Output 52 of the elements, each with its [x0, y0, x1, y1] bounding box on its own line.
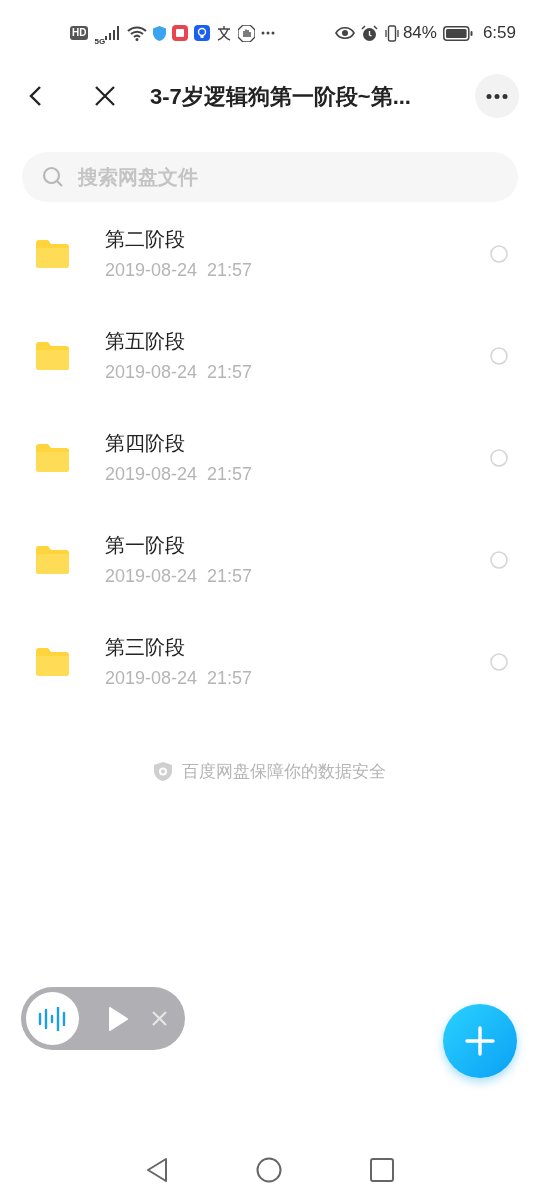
- folder-name[interactable]: 第三阶段: [105, 634, 253, 660]
- selection-checkbox[interactable]: [490, 245, 508, 263]
- modified-date: 2019-08-24 21:57: [105, 259, 253, 282]
- folder-name[interactable]: 第五阶段: [105, 328, 253, 354]
- more-icon: [486, 93, 508, 99]
- more-notifications-icon: [261, 31, 276, 35]
- modified-date: 2019-08-24 21:57: [105, 667, 253, 690]
- translate-icon: [216, 25, 233, 41]
- folder-icon: [36, 342, 69, 370]
- modified-date: 2019-08-24 21:57: [105, 463, 253, 486]
- back-nav-icon[interactable]: [146, 1157, 168, 1183]
- selection-checkbox[interactable]: [490, 653, 508, 671]
- plus-icon: [465, 1026, 495, 1056]
- selection-checkbox[interactable]: [490, 551, 508, 569]
- eye-icon: [334, 27, 355, 39]
- modified-date: 2019-08-24 21:57: [105, 361, 253, 384]
- bulb-icon: [194, 25, 211, 41]
- back-icon: [28, 85, 42, 107]
- battery-icon: [442, 25, 473, 41]
- hd-indicator: HD: [70, 26, 89, 40]
- folder-title: 3-7岁逻辑狗第一阶段~第...: [150, 82, 411, 111]
- modified-date: 2019-08-24 21:57: [105, 565, 253, 588]
- add-button[interactable]: [443, 1004, 517, 1078]
- clock-time: 6:59: [482, 22, 516, 45]
- folder-name[interactable]: 第二阶段: [105, 226, 253, 252]
- play-icon[interactable]: [108, 1006, 128, 1031]
- close-icon[interactable]: [152, 1011, 167, 1026]
- signal-icon: [105, 26, 122, 40]
- more-button[interactable]: [475, 74, 519, 118]
- recents-nav-icon[interactable]: [370, 1158, 394, 1182]
- security-note: 百度网盘保障你的数据安全: [182, 761, 386, 783]
- folder-icon: [36, 546, 69, 574]
- wifi-icon: [127, 25, 148, 41]
- network-type: 5G: [94, 38, 106, 46]
- selection-checkbox[interactable]: [490, 449, 508, 467]
- hand-icon: [238, 24, 256, 42]
- shield-icon: [154, 762, 172, 782]
- battery-percentage: 84%: [402, 22, 437, 45]
- close-icon: [94, 85, 116, 107]
- home-nav-icon[interactable]: [256, 1157, 282, 1183]
- folder-icon: [36, 648, 69, 676]
- folder-icon: [36, 240, 69, 268]
- folder-name[interactable]: 第四阶段: [105, 430, 253, 456]
- shield-icon: [153, 25, 167, 41]
- alarm-icon: [360, 24, 378, 42]
- search-icon: [42, 166, 64, 188]
- app-icon: [172, 25, 189, 41]
- soundwave-icon[interactable]: [26, 992, 79, 1045]
- folder-name[interactable]: 第一阶段: [105, 532, 253, 558]
- folder-icon: [36, 444, 69, 472]
- selection-checkbox[interactable]: [490, 347, 508, 365]
- vibrate-icon: [383, 24, 400, 42]
